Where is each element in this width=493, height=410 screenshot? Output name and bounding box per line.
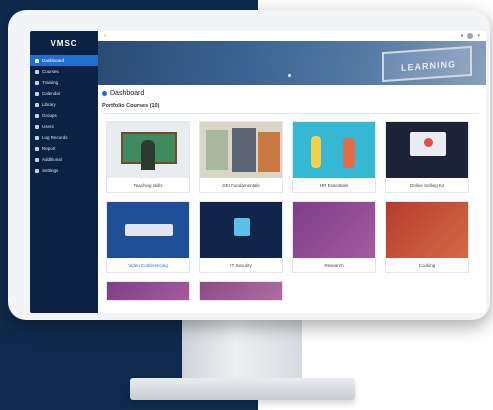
course-thumbnail [293,122,375,178]
video-bar-shape [125,224,173,236]
sidebar-item-library[interactable]: Library [30,99,98,110]
sidebar-item-additional[interactable]: Additional [30,154,98,165]
notification-icon[interactable]: ● [460,33,463,39]
dashboard-icon [102,91,107,96]
course-thumbnail [200,202,282,258]
face-shape [232,128,256,172]
sidebar-item-label: Library [42,102,56,107]
sidebar-item-label: Training [42,80,59,85]
chevron-down-icon[interactable]: ▾ [477,33,480,39]
course-grid: Teaching skills DEI Fundamentals HR Esse… [106,121,482,301]
sidebar-item-label: Groups [42,113,57,118]
lock-icon [234,218,250,236]
groups-icon [35,113,39,118]
course-thumbnail [386,202,468,258]
sidebar: VMSC Dashboard Courses Training Calendar… [30,31,98,313]
course-card[interactable]: DEI Fundamentals [199,121,283,193]
sidebar-item-label: Dashboard [42,58,65,63]
course-thumbnail [386,122,468,178]
sidebar-item-label: Users [42,124,54,129]
course-card[interactable]: Video Conferencing [106,201,190,273]
page-title-text: Dashboard [110,90,145,97]
carousel-dot[interactable] [288,74,291,77]
section-title: Portfolio Courses (10) [102,103,160,109]
course-title: Online Selling Kit [409,182,445,188]
report-icon [35,146,39,151]
person-shape [343,138,355,168]
course-card[interactable]: Online Selling Kit [385,121,469,193]
sidebar-item-label: Courses [42,69,59,74]
top-bar-actions: ● ▾ [460,33,480,39]
course-title: HR Essentials [319,182,349,188]
course-title: IT Security [230,262,252,268]
course-title: Cooking [418,262,436,268]
sidebar-item-training[interactable]: Training [30,77,98,88]
course-thumbnail [107,202,189,258]
sidebar-item-report[interactable]: Report [30,143,98,154]
course-thumbnail [107,122,189,178]
avatar[interactable] [467,33,474,39]
teacher-shape [141,140,155,170]
monitor-stand-neck [182,312,302,388]
course-title: Research [324,262,344,268]
top-bar: ‹ ● ▾ [98,31,486,41]
sidebar-item-dashboard[interactable]: Dashboard [30,55,98,66]
course-card[interactable]: IT Security [199,201,283,273]
sidebar-item-groups[interactable]: Groups [30,110,98,121]
hero-banner: LEARNING [98,41,486,85]
gear-icon [35,168,39,173]
person-shape [311,136,321,168]
sidebar-item-log-records[interactable]: Log Records [30,132,98,143]
calendar-icon [35,91,39,96]
monitor-stand-base [130,378,355,400]
sidebar-item-label: Settings [42,168,59,173]
collapse-sidebar-icon[interactable]: ‹ [104,33,106,39]
course-title: Video Conferencing [128,262,168,268]
dashboard-icon [35,58,39,63]
sidebar-item-settings[interactable]: Settings [30,165,98,176]
sidebar-item-label: Log Records [42,135,68,140]
sidebar-item-label: Calendar [42,91,61,96]
face-shape [258,132,280,172]
record-dot [424,138,433,147]
monitor-frame: VMSC Dashboard Courses Training Calendar… [8,10,490,320]
course-thumbnail [200,122,282,178]
library-icon [35,102,39,107]
course-thumbnail [293,202,375,258]
sidebar-item-courses[interactable]: Courses [30,66,98,77]
course-card[interactable]: Teaching skills [106,121,190,193]
course-title: DEI Fundamentals [222,182,260,188]
course-card[interactable]: HR Essentials [292,121,376,193]
course-card[interactable]: Cooking [385,201,469,273]
app-logo[interactable]: VMSC [30,31,98,55]
course-card[interactable] [106,281,190,301]
course-card[interactable] [199,281,283,301]
sidebar-item-calendar[interactable]: Calendar [30,88,98,99]
course-title: Teaching skills [133,182,163,188]
face-shape [206,130,228,170]
page-title: Dashboard [102,90,144,97]
course-card[interactable]: Research [292,201,376,273]
course-thumbnail [200,282,282,300]
course-thumbnail [107,282,189,300]
log-icon [35,135,39,140]
sidebar-item-label: Additional [42,157,62,162]
users-icon [35,124,39,129]
sidebar-item-users[interactable]: Users [30,121,98,132]
training-icon [35,80,39,85]
plus-icon [35,157,39,162]
sidebar-item-label: Report [42,146,56,151]
divider [102,113,478,114]
monitor-screen: VMSC Dashboard Courses Training Calendar… [30,31,486,313]
book-icon [35,69,39,74]
